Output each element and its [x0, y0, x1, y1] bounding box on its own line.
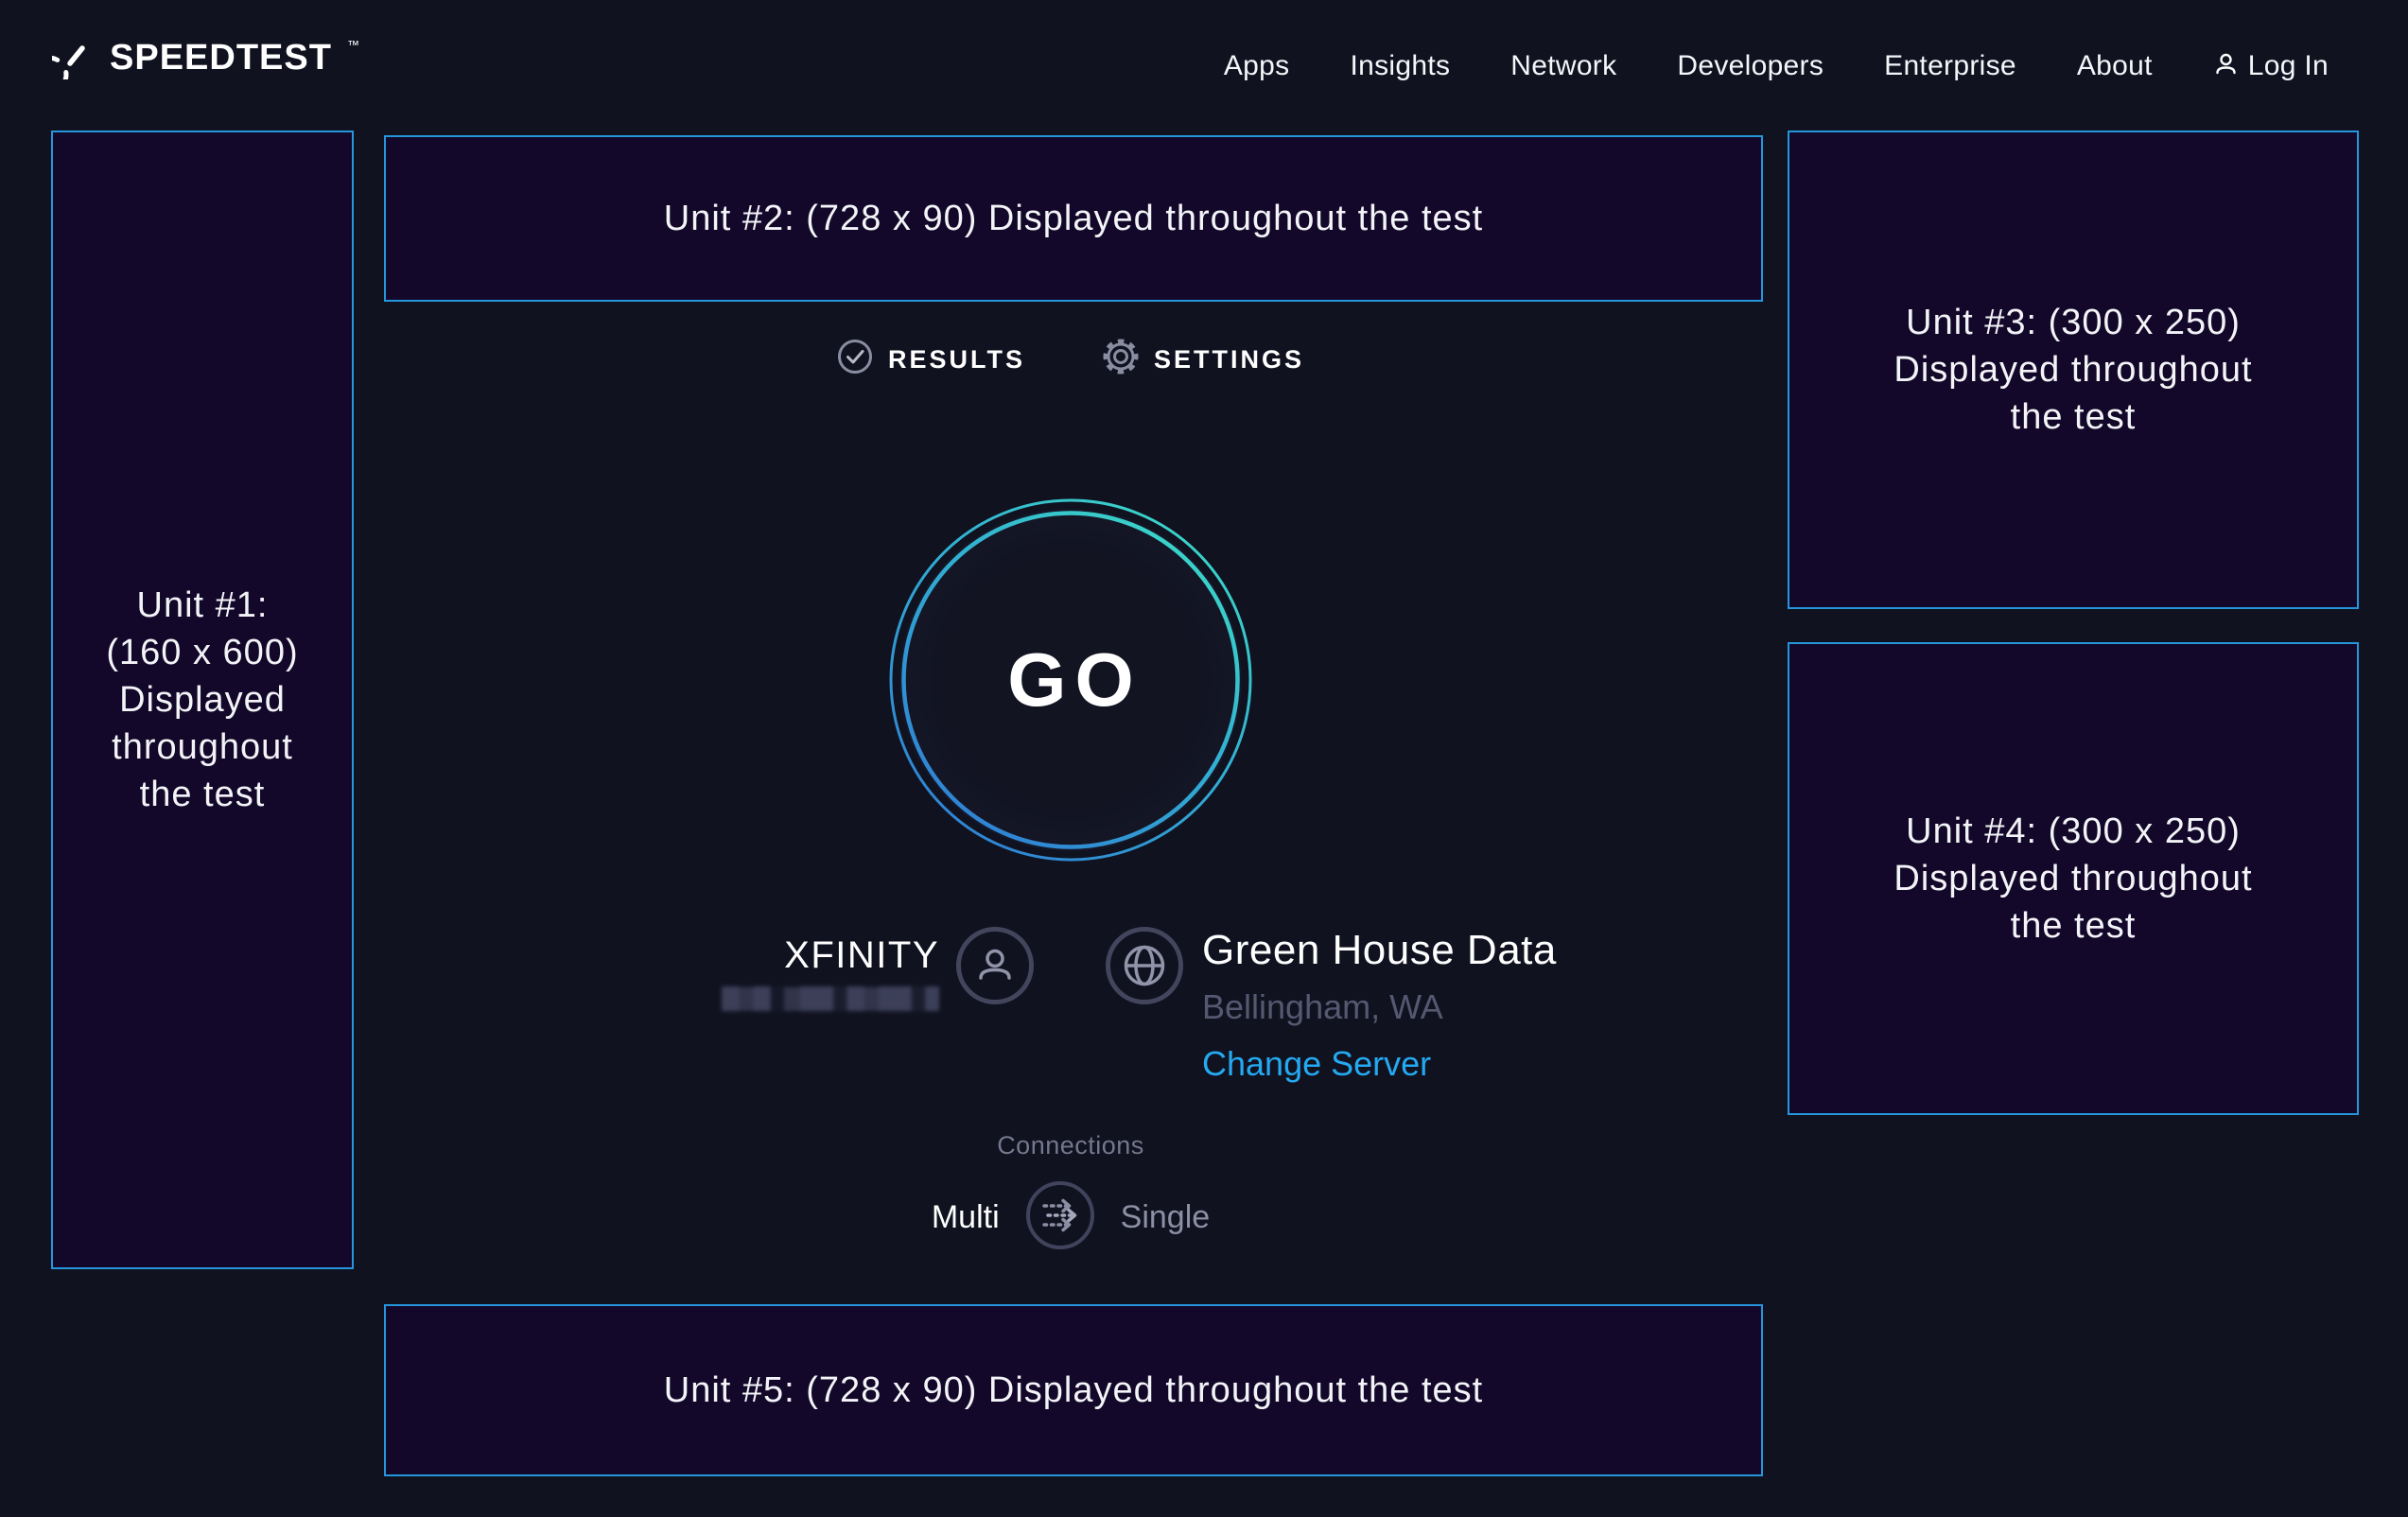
server-location: Bellingham, WA	[1202, 987, 1599, 1027]
ad-line: Unit #3: (300 x 250)	[1906, 299, 2241, 346]
ad-unit-2: Unit #2: (728 x 90) Displayed throughout…	[384, 135, 1763, 302]
nav-item-insights[interactable]: Insights	[1350, 50, 1450, 82]
ad-unit-5: Unit #5: (728 x 90) Displayed throughout…	[384, 1304, 1763, 1476]
isp-details-censored: █▓█░▓██▒█▓██▒█	[722, 986, 939, 1011]
login-label: Log In	[2248, 50, 2329, 82]
nav-item-enterprise[interactable]: Enterprise	[1884, 50, 2016, 82]
ad-line: the test	[2011, 393, 2137, 441]
tab-settings-label: SETTINGS	[1154, 345, 1304, 375]
ad-unit-4: Unit #4: (300 x 250) Displayed throughou…	[1788, 642, 2359, 1115]
result-settings-tabs: RESULTS SETTINGS	[354, 339, 1788, 381]
logo-wordmark: SPEEDTEST	[110, 36, 332, 79]
check-circle-icon	[837, 339, 873, 381]
ad-line: Displayed throughout	[1893, 855, 2252, 902]
ad-unit-3: Unit #3: (300 x 250) Displayed throughou…	[1788, 131, 2359, 609]
ad-line: Unit #1:	[137, 582, 269, 629]
gear-icon	[1103, 339, 1139, 381]
isp-name: XFINITY	[542, 934, 939, 977]
ad-line: the test	[2011, 902, 2137, 950]
isp-user-icon	[956, 927, 1034, 1004]
connections-toggle-icon[interactable]	[1024, 1179, 1096, 1256]
ad-line: Displayed throughout	[1893, 346, 2252, 393]
ad-unit-1: Unit #1: (160 x 600) Displayed throughou…	[51, 131, 354, 1269]
speedtest-page: SPEEDTEST ™ Apps Insights Network Develo…	[0, 0, 2408, 1517]
connections-multi-option[interactable]: Multi	[932, 1199, 1000, 1236]
ad-line: Unit #4: (300 x 250)	[1906, 808, 2241, 855]
connections-single-option[interactable]: Single	[1121, 1199, 1211, 1236]
nav-item-network[interactable]: Network	[1510, 50, 1616, 82]
ad-line: Unit #5: (728 x 90) Displayed throughout…	[664, 1367, 1483, 1414]
isp-info: XFINITY █▓█░▓██▒█▓██▒█	[542, 927, 939, 1016]
connection-info-row: XFINITY █▓█░▓██▒█▓██▒█ Green House Data …	[354, 927, 1788, 1084]
go-label: GO	[885, 495, 1256, 865]
speedtest-logo[interactable]: SPEEDTEST ™	[52, 36, 359, 84]
trademark-mark: ™	[347, 38, 359, 52]
server-globe-icon	[1106, 927, 1183, 1004]
speedtest-gauge-icon	[52, 36, 96, 84]
server-info: Green House Data Bellingham, WA Change S…	[1202, 927, 1599, 1084]
main-nav: Apps Insights Network Developers Enterpr…	[1224, 0, 2329, 132]
nav-item-developers[interactable]: Developers	[1677, 50, 1823, 82]
server-name: Green House Data	[1202, 927, 1599, 974]
change-server-link[interactable]: Change Server	[1202, 1044, 1431, 1084]
user-icon	[2213, 51, 2239, 81]
ad-line: throughout	[112, 724, 293, 771]
nav-item-about[interactable]: About	[2077, 50, 2153, 82]
connections-section: Connections Multi Single	[354, 1131, 1788, 1256]
ad-line: Displayed	[119, 676, 286, 724]
tab-results-label: RESULTS	[888, 345, 1025, 375]
tab-results[interactable]: RESULTS	[837, 339, 1025, 381]
ad-line: Unit #2: (728 x 90) Displayed throughout…	[664, 195, 1483, 242]
go-button[interactable]: GO	[885, 495, 1256, 865]
ad-line: (160 x 600)	[106, 629, 298, 676]
connections-label: Connections	[354, 1131, 1788, 1160]
ad-line: the test	[140, 771, 266, 818]
login-button[interactable]: Log In	[2213, 50, 2329, 82]
connections-toggle-row: Multi Single	[354, 1179, 1788, 1256]
nav-item-apps[interactable]: Apps	[1224, 50, 1290, 82]
tab-settings[interactable]: SETTINGS	[1103, 339, 1304, 381]
